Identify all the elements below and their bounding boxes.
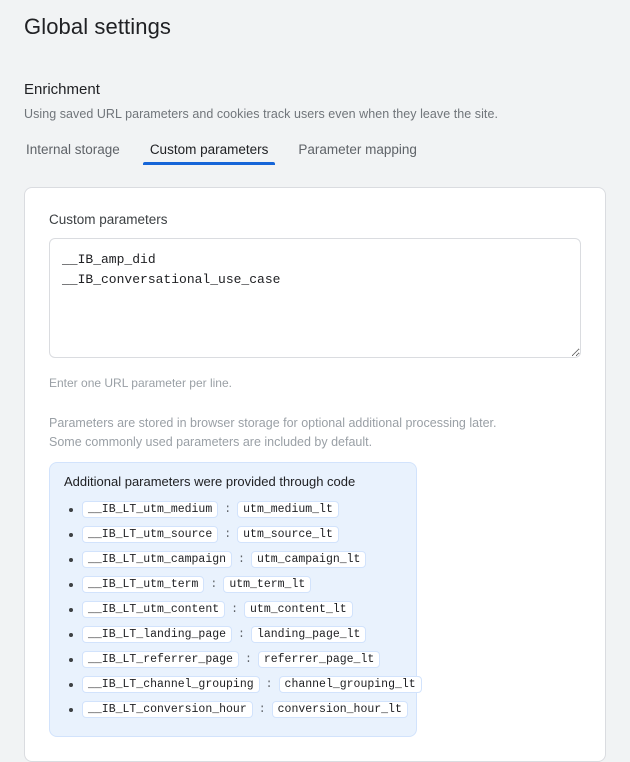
tab-custom-parameters[interactable]: Custom parameters [148,142,271,165]
textarea-hint: Enter one URL parameter per line. [49,376,581,390]
separator: : [245,653,252,666]
list-item: __IB_LT_referrer_page : referrer_page_lt [64,647,402,672]
separator: : [238,553,245,566]
code-parameters-panel: Additional parameters were provided thro… [49,462,417,737]
parameter-key-chip: __IB_LT_utm_source [82,526,218,543]
separator: : [266,678,273,691]
parameter-value-chip: utm_medium_lt [237,501,339,518]
list-item: __IB_LT_utm_medium : utm_medium_lt [64,497,402,522]
separator: : [224,503,231,516]
custom-parameters-textarea[interactable] [49,238,581,358]
code-parameters-panel-title: Additional parameters were provided thro… [64,474,402,489]
list-item: __IB_LT_utm_source : utm_source_lt [64,522,402,547]
parameter-value-chip: utm_source_lt [237,526,339,543]
parameter-value-chip: utm_term_lt [223,576,311,593]
list-item: __IB_LT_utm_content : utm_content_lt [64,597,402,622]
parameter-key-chip: __IB_LT_utm_term [82,576,204,593]
parameter-key-chip: __IB_LT_landing_page [82,626,232,643]
separator: : [224,528,231,541]
textarea-wrapper [49,238,581,363]
custom-parameters-card: Custom parameters Enter one URL paramete… [24,187,606,762]
parameter-value-chip: channel_grouping_lt [279,676,422,693]
separator: : [238,628,245,641]
parameter-key-chip: __IB_LT_utm_campaign [82,551,232,568]
list-item: __IB_LT_conversion_hour : conversion_hou… [64,697,402,722]
list-item: __IB_LT_landing_page : landing_page_lt [64,622,402,647]
separator: : [231,603,238,616]
parameter-key-chip: __IB_LT_conversion_hour [82,701,253,718]
separator: : [259,703,266,716]
settings-page: Global settings Enrichment Using saved U… [0,0,630,762]
page-title: Global settings [24,0,606,40]
parameter-key-chip: __IB_LT_utm_medium [82,501,218,518]
list-item: __IB_LT_utm_campaign : utm_campaign_lt [64,547,402,572]
code-parameters-list: __IB_LT_utm_medium : utm_medium_lt __IB_… [64,497,402,722]
tab-parameter-mapping[interactable]: Parameter mapping [296,142,419,165]
parameter-value-chip: referrer_page_lt [258,651,380,668]
custom-parameters-label: Custom parameters [49,212,581,227]
tab-bar: Internal storage Custom parameters Param… [24,121,606,166]
storage-note-line-2: Some commonly used parameters are includ… [49,435,372,449]
list-item: __IB_LT_utm_term : utm_term_lt [64,572,402,597]
list-item: __IB_LT_channel_grouping : channel_group… [64,672,402,697]
parameter-value-chip: conversion_hour_lt [272,701,408,718]
section-heading: Enrichment [24,40,606,98]
separator: : [210,578,217,591]
section-description: Using saved URL parameters and cookies t… [24,98,606,121]
parameter-key-chip: __IB_LT_referrer_page [82,651,239,668]
storage-note-line-1: Parameters are stored in browser storage… [49,416,496,430]
parameter-key-chip: __IB_LT_channel_grouping [82,676,260,693]
parameter-value-chip: utm_campaign_lt [251,551,367,568]
parameter-key-chip: __IB_LT_utm_content [82,601,225,618]
tab-internal-storage[interactable]: Internal storage [24,142,122,165]
parameter-value-chip: utm_content_lt [244,601,353,618]
parameter-value-chip: landing_page_lt [251,626,367,643]
storage-note: Parameters are stored in browser storage… [49,414,581,452]
